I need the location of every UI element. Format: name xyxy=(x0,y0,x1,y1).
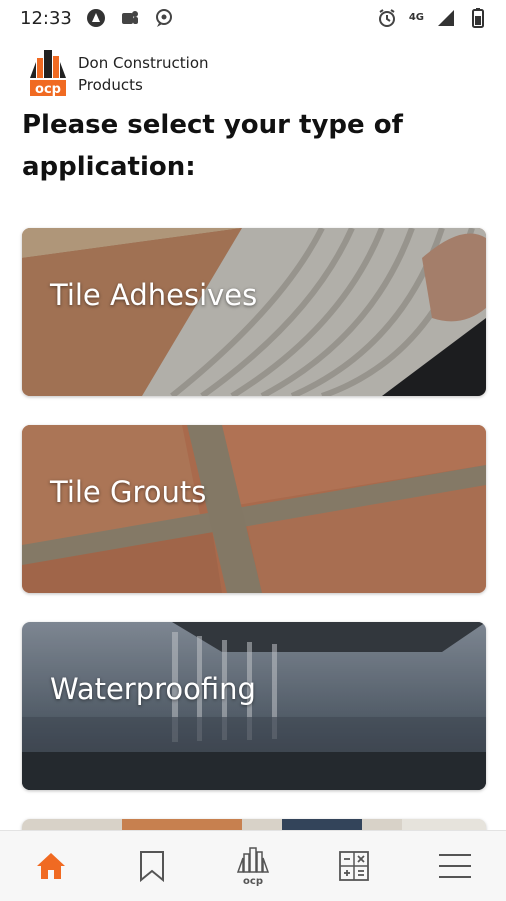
nav-calculator[interactable] xyxy=(324,841,384,891)
status-bar: 12:33 4G xyxy=(0,0,506,36)
status-right: 4G xyxy=(377,8,488,28)
network-type: 4G xyxy=(408,12,424,23)
menu-icon xyxy=(439,854,472,878)
ocp-logo[interactable]: ocp xyxy=(28,48,68,100)
calculator-icon xyxy=(339,851,370,881)
brand-line-1: Don Construction xyxy=(78,54,209,72)
brand-line-2: Products xyxy=(78,76,143,94)
home-icon xyxy=(36,853,65,879)
brand-name: Don Construction Products xyxy=(78,52,209,96)
tile-grouts-image xyxy=(22,425,486,593)
nav-home[interactable] xyxy=(21,841,81,891)
alarm-icon xyxy=(377,8,397,28)
status-time: 12:33 xyxy=(20,7,72,29)
bookmark-icon xyxy=(139,851,164,882)
app-header: ocp Don Construction Products xyxy=(28,48,209,100)
waterproofing-image xyxy=(22,622,486,790)
nav-brand[interactable]: ocp xyxy=(223,841,283,891)
signal-icon xyxy=(436,8,456,28)
tile-adhesives-image xyxy=(22,228,486,396)
application-card-tile-adhesives[interactable]: Tile Adhesives xyxy=(22,228,486,396)
nav-menu[interactable] xyxy=(425,841,485,891)
application-card-waterproofing[interactable]: Waterproofing xyxy=(22,622,486,790)
svg-text:ocp: ocp xyxy=(35,82,61,97)
ocp-logo-icon: ocp xyxy=(236,847,270,886)
app-notification-icon xyxy=(86,8,106,28)
svg-text:ocp: ocp xyxy=(243,876,263,886)
card-label-tile-grouts: Tile Grouts xyxy=(50,475,207,509)
card-label-waterproofing: Waterproofing xyxy=(50,672,256,706)
bottom-navigation: ocp xyxy=(0,830,506,901)
battery-icon xyxy=(468,8,488,28)
teams-notification-icon xyxy=(120,8,140,28)
application-card-tile-grouts[interactable]: Tile Grouts xyxy=(22,425,486,593)
nav-bookmark[interactable] xyxy=(122,841,182,891)
chat-notification-icon xyxy=(154,8,174,28)
status-left: 12:33 xyxy=(20,8,174,29)
card-label-tile-adhesives: Tile Adhesives xyxy=(50,278,258,312)
page-title: Please select your type of application: xyxy=(22,110,403,182)
